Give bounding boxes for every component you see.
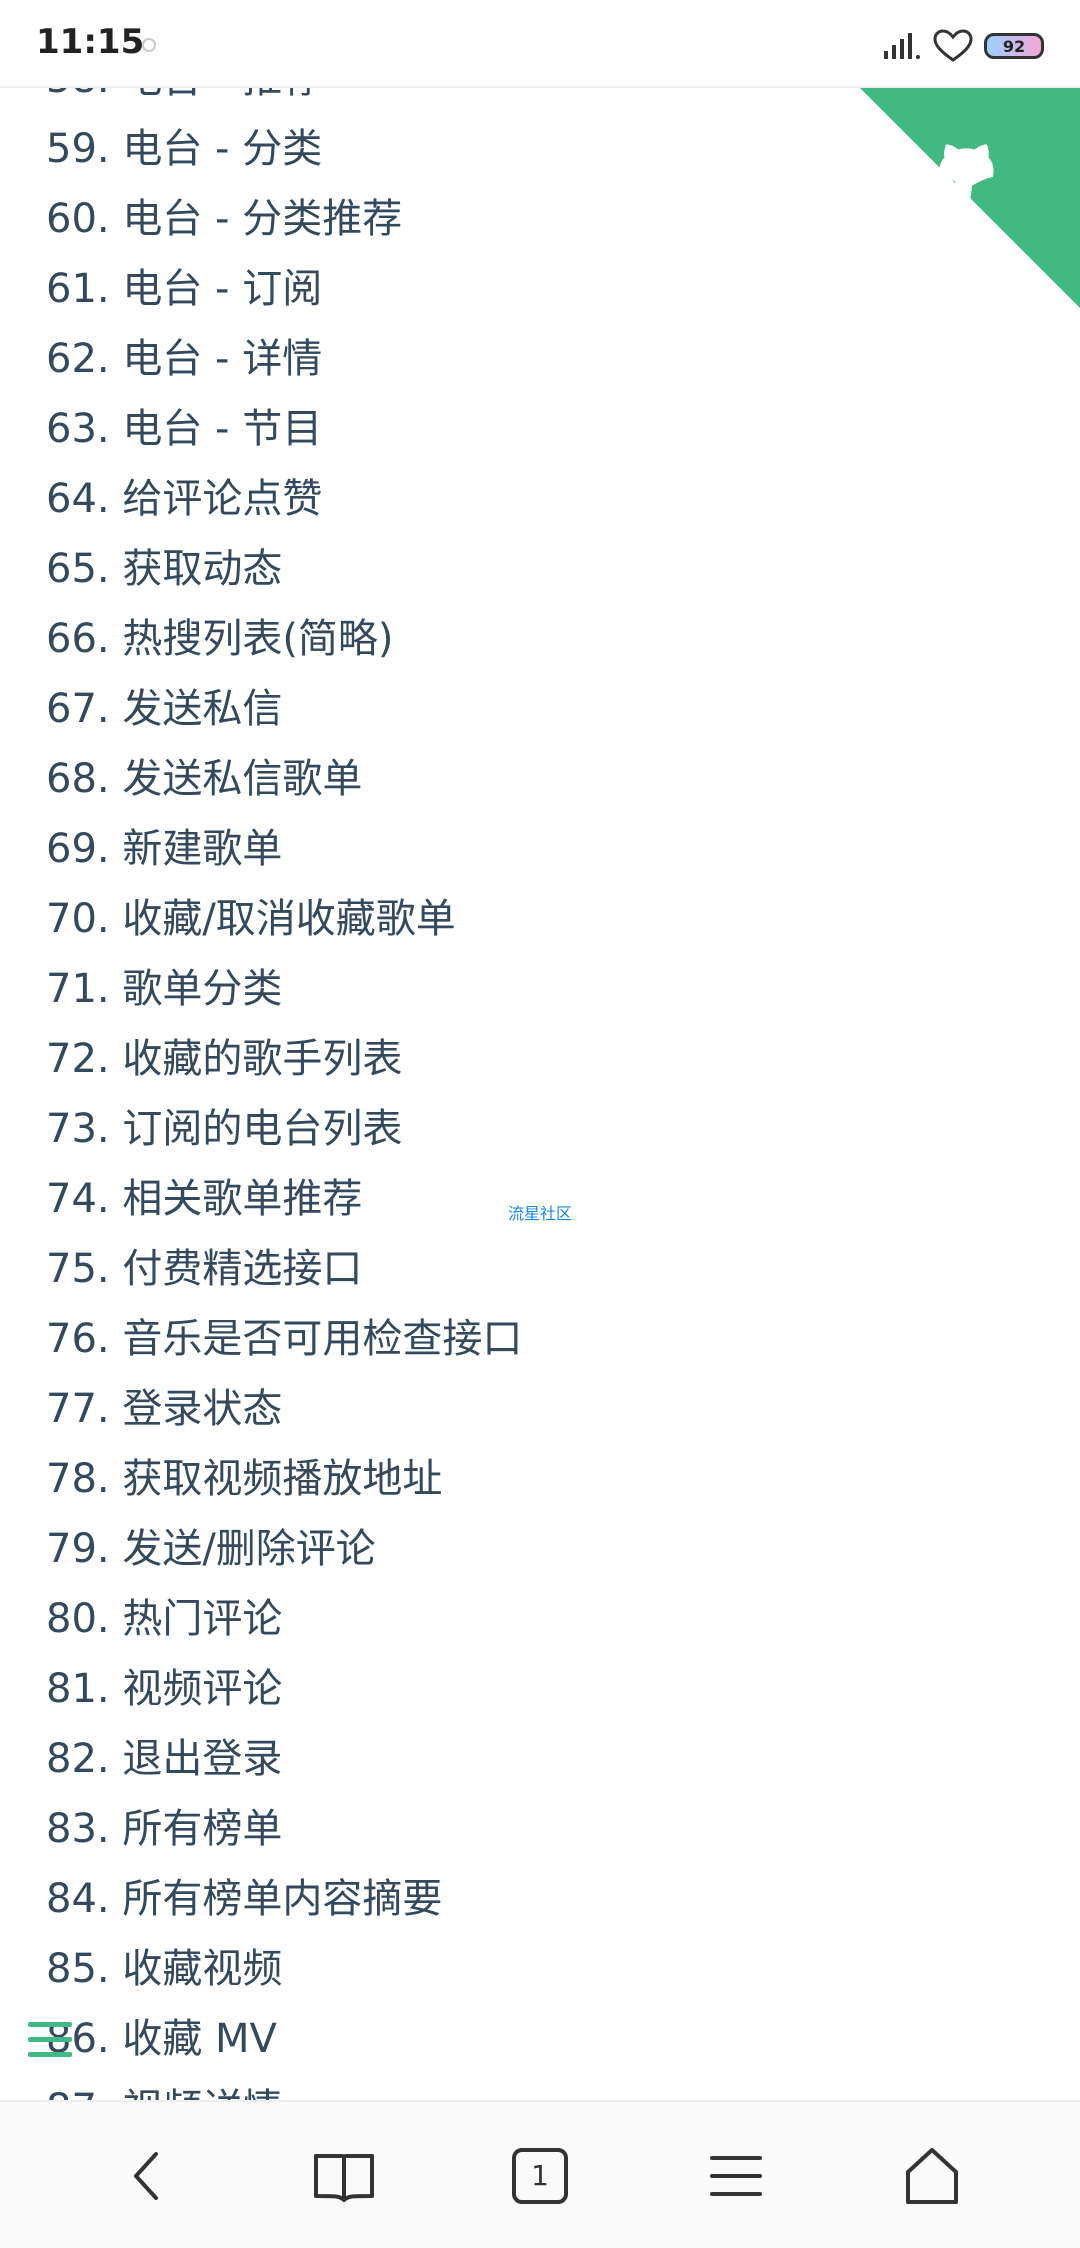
list-item[interactable]: 78. 获取视频播放地址 — [46, 1444, 522, 1514]
list-item[interactable]: 74. 相关歌单推荐 — [46, 1164, 522, 1234]
back-button[interactable] — [110, 2138, 186, 2214]
github-corner-link[interactable] — [860, 88, 1080, 308]
home-icon — [906, 2148, 958, 2204]
list-item[interactable]: 62. 电台 - 详情 — [46, 324, 522, 394]
list-item[interactable]: 72. 收藏的歌手列表 — [46, 1024, 522, 1094]
doc-content[interactable]: 58. 电台 - 推荐 59. 电台 - 分类 60. 电台 - 分类推荐 61… — [0, 88, 1080, 2100]
status-icons: 92 — [882, 26, 1044, 66]
sidebar-toggle-button[interactable] — [28, 2020, 72, 2060]
list-item[interactable]: 60. 电台 - 分类推荐 — [46, 184, 522, 254]
list-item[interactable]: 81. 视频评论 — [46, 1654, 522, 1724]
list-item[interactable]: 85. 收藏视频 — [46, 1934, 522, 2004]
status-bar: 11:15 92 — [0, 0, 1080, 88]
list-item[interactable]: 66. 热搜列表(简略) — [46, 604, 522, 674]
back-icon — [134, 2152, 158, 2200]
hamburger-line — [28, 2052, 72, 2057]
list-item[interactable]: 69. 新建歌单 — [46, 814, 522, 884]
bottom-navigation-bar: 1 — [0, 2100, 1080, 2248]
list-item[interactable]: 75. 付费精选接口 — [46, 1234, 522, 1304]
signal-icon — [884, 33, 920, 59]
bookmarks-button[interactable] — [306, 2138, 382, 2214]
list-item[interactable]: 87. 视频详情 — [46, 2074, 522, 2100]
list-item[interactable]: 84. 所有榜单内容摘要 — [46, 1864, 522, 1934]
list-item[interactable]: 70. 收藏/取消收藏歌单 — [46, 884, 522, 954]
list-item[interactable]: 68. 发送私信歌单 — [46, 744, 522, 814]
list-item[interactable]: 64. 给评论点赞 — [46, 464, 522, 534]
list-item[interactable]: 86. 收藏 MV — [46, 2004, 522, 2074]
bookmarks-icon — [314, 2154, 374, 2202]
list-item[interactable]: 58. 电台 - 推荐 — [46, 88, 522, 114]
list-item[interactable]: 83. 所有榜单 — [46, 1794, 522, 1864]
api-list: 58. 电台 - 推荐 59. 电台 - 分类 60. 电台 - 分类推荐 61… — [46, 88, 522, 2100]
list-item[interactable]: 71. 歌单分类 — [46, 954, 522, 1024]
battery-indicator: 92 — [984, 33, 1044, 59]
list-item[interactable]: 59. 电台 - 分类 — [46, 114, 522, 184]
menu-icon — [710, 2156, 762, 2196]
list-item[interactable]: 77. 登录状态 — [46, 1374, 522, 1444]
heart-icon — [933, 29, 973, 62]
list-item[interactable]: 82. 退出登录 — [46, 1724, 522, 1794]
tab-count: 1 — [531, 2159, 549, 2192]
status-time: 11:15 — [36, 22, 145, 62]
list-item[interactable]: 61. 电台 - 订阅 — [46, 254, 522, 324]
hamburger-line — [28, 2022, 72, 2027]
menu-button[interactable] — [698, 2138, 774, 2214]
list-item[interactable]: 63. 电台 - 节目 — [46, 394, 522, 464]
list-item[interactable]: 65. 获取动态 — [46, 534, 522, 604]
list-item[interactable]: 79. 发送/删除评论 — [46, 1514, 522, 1584]
notification-icon — [142, 38, 156, 52]
list-item[interactable]: 76. 音乐是否可用检查接口 — [46, 1304, 522, 1374]
list-item[interactable]: 80. 热门评论 — [46, 1584, 522, 1654]
list-item[interactable]: 67. 发送私信 — [46, 674, 522, 744]
list-item[interactable]: 73. 订阅的电台列表 — [46, 1094, 522, 1164]
hamburger-line — [28, 2037, 72, 2042]
tabs-button[interactable]: 1 — [502, 2138, 578, 2214]
watermark-text: 流星社区 — [508, 1204, 573, 1223]
home-button[interactable] — [894, 2138, 970, 2214]
